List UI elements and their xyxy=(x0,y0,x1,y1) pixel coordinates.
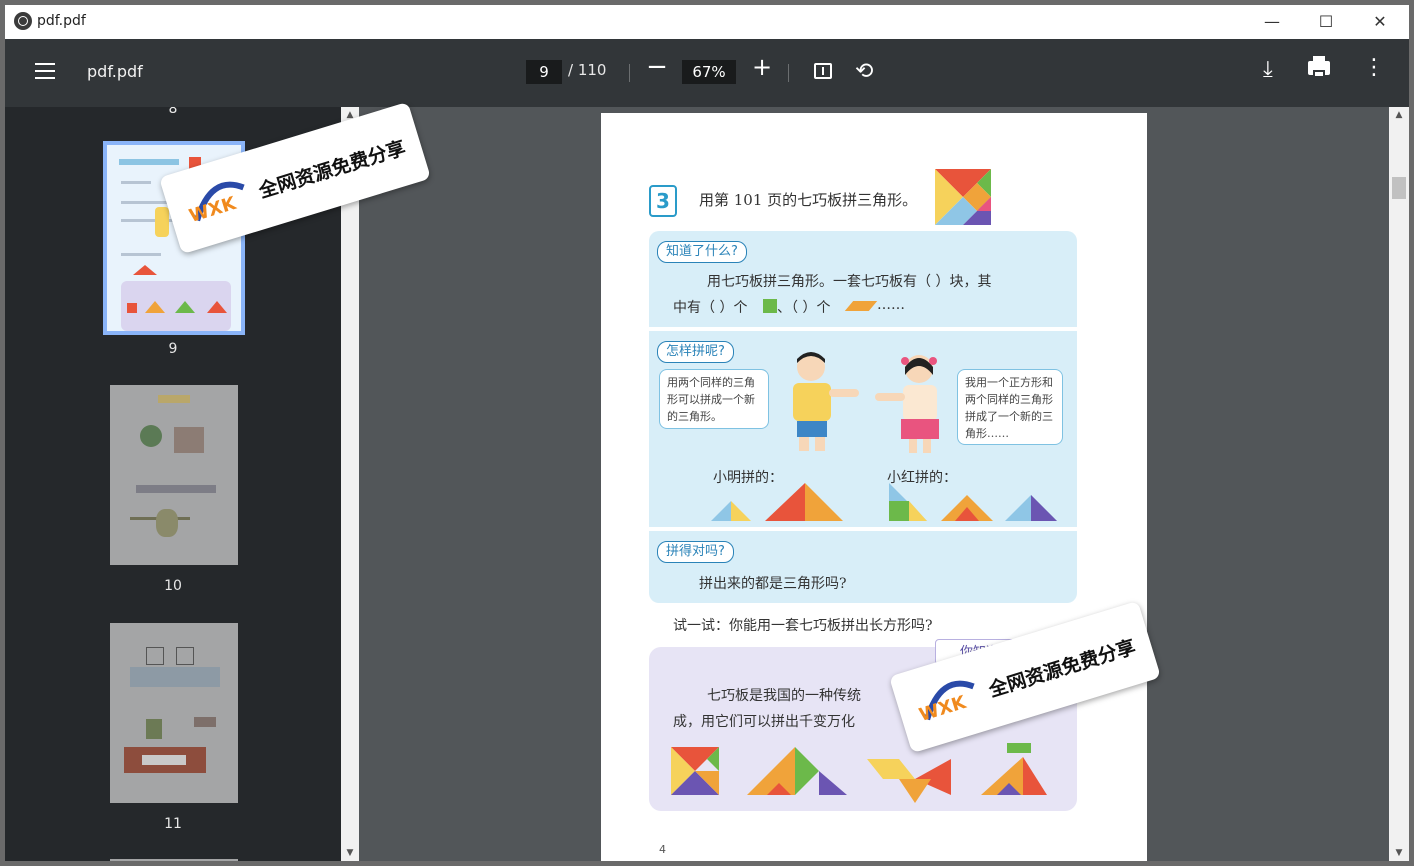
app-icon xyxy=(14,12,32,30)
know-line-1: 用七巧板拼三角形。一套七巧板有（ ）块，其 xyxy=(707,274,992,290)
section-tag: 怎样拼呢? xyxy=(657,341,734,363)
sidebar-scrollbar[interactable]: ▲ ▼ xyxy=(341,107,359,861)
know-line-2b: 、（ ）个 xyxy=(777,300,831,316)
pdf-page: 3 用第 101 页的七巧板拼三角形。 知道了什么? 用七巧板拼三角形。一套七巧… xyxy=(601,113,1147,861)
boy-illustration-icon xyxy=(793,352,859,451)
exercise-number: 3 xyxy=(649,185,677,217)
maximize-button[interactable]: ☐ xyxy=(1303,5,1349,39)
section-tag: 知道了什么? xyxy=(657,241,747,263)
speech-bubble-left: 用两个同样的三角形可以拼成一个新的三角形。 xyxy=(659,369,769,429)
zoom-in-button[interactable]: + xyxy=(750,53,774,81)
thumbnail-page-11[interactable] xyxy=(110,623,238,803)
xiaoming-triangles-icon xyxy=(711,483,843,521)
scroll-down-icon[interactable]: ▼ xyxy=(341,845,359,861)
xiaohong-triangles-icon xyxy=(889,483,1057,521)
tangram-figures-icon xyxy=(671,743,1047,803)
speech-bubble-right: 我用一个正方形和两个同样的三角形拼成了一个新的三角形…… xyxy=(957,369,1063,445)
toolbar-divider xyxy=(629,64,630,82)
tangram-square-icon xyxy=(935,169,991,225)
wxk-logo-icon: WXK xyxy=(187,181,245,227)
zoom-level-input[interactable]: 67% xyxy=(682,60,736,84)
menu-icon[interactable] xyxy=(35,63,55,79)
know-line-2c: …… xyxy=(877,297,905,313)
print-icon[interactable] xyxy=(1308,56,1330,78)
square-piece-icon xyxy=(763,299,777,313)
section-check: 拼得对吗? 拼出来的都是三角形吗? xyxy=(649,531,1077,603)
know-line-2a: 中有（ ）个 xyxy=(673,300,748,316)
parallelogram-piece-icon xyxy=(844,301,878,311)
check-text: 拼出来的都是三角形吗? xyxy=(699,576,847,592)
thumbnail-label: 8 xyxy=(168,107,178,117)
section-know: 知道了什么? 用七巧板拼三角形。一套七巧板有（ ）块，其 中有（ ）个 、（ ）… xyxy=(649,231,1077,327)
zoom-out-button[interactable]: − xyxy=(645,52,669,82)
close-button[interactable]: ✕ xyxy=(1357,5,1403,39)
did-you-know-line-2: 成，用它们可以拼出千变万化 xyxy=(673,714,855,730)
pdf-toolbar: pdf.pdf 9 / 110 − 67% + ⟲ ⤓ ⋮ xyxy=(5,39,1409,107)
viewer-scrollbar[interactable]: ▲ ▼ xyxy=(1389,107,1409,861)
thumbnail-label: 11 xyxy=(164,816,182,832)
exercise-title: 用第 101 页的七巧板拼三角形。 xyxy=(699,191,918,209)
thumbnail-label: 9 xyxy=(168,341,178,357)
section-how: 怎样拼呢? 用两个同样的三角形可以拼成一个新的三角形。 我用一个正方形和两个同样… xyxy=(649,331,1077,527)
svg-text:WXK: WXK xyxy=(187,193,240,227)
section-tag: 拼得对吗? xyxy=(657,541,734,563)
thumbnail-page-10[interactable] xyxy=(110,385,238,565)
thumbnail-page-12[interactable] xyxy=(110,859,238,861)
girl-illustration-icon xyxy=(875,355,939,453)
rotate-icon[interactable]: ⟲ xyxy=(855,59,873,84)
fit-to-page-icon[interactable] xyxy=(814,63,832,79)
try-it-text: 试一试：你能用一套七巧板拼出长方形吗? xyxy=(673,618,933,634)
page-total-label: / 110 xyxy=(568,61,607,79)
did-you-know-line-1: 七巧板是我国的一种传统 xyxy=(707,688,861,704)
page-number-input[interactable]: 9 xyxy=(526,60,562,84)
thumbnail-label: 10 xyxy=(164,578,182,594)
scroll-up-icon[interactable]: ▲ xyxy=(1389,107,1409,123)
scroll-down-icon[interactable]: ▼ xyxy=(1389,845,1409,861)
scrollbar-thumb[interactable] xyxy=(1392,177,1406,199)
minimize-button[interactable]: — xyxy=(1249,5,1295,39)
document-title: pdf.pdf xyxy=(87,62,143,81)
wxk-logo-icon: WXK xyxy=(917,680,975,726)
download-icon[interactable]: ⤓ xyxy=(1263,57,1273,82)
window-title: pdf.pdf xyxy=(37,13,86,29)
pdf-viewer-window: pdf.pdf — ☐ ✕ pdf.pdf 9 / 110 − 67% + ⟲ … xyxy=(5,5,1409,861)
document-viewer[interactable]: 3 用第 101 页的七巧板拼三角形。 知道了什么? 用七巧板拼三角形。一套七巧… xyxy=(359,107,1389,861)
page-number: 4 xyxy=(659,843,666,856)
svg-text:WXK: WXK xyxy=(917,692,970,726)
toolbar-divider xyxy=(788,64,789,82)
more-options-icon[interactable]: ⋮ xyxy=(1363,57,1385,79)
title-bar: pdf.pdf — ☐ ✕ xyxy=(5,5,1409,39)
